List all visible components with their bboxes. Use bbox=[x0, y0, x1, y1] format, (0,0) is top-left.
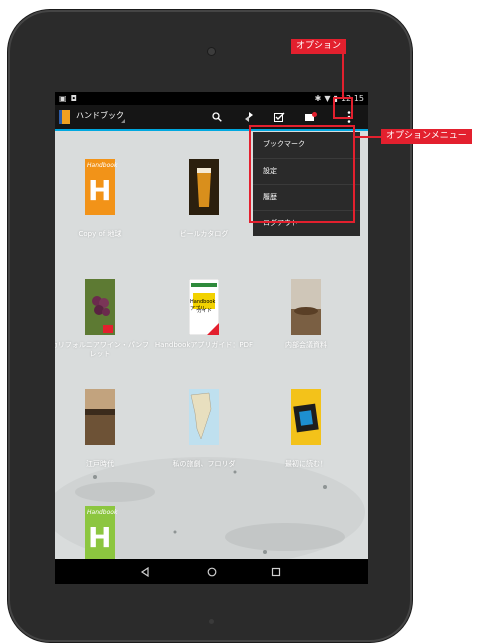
spinner-caret-icon bbox=[121, 119, 125, 123]
overflow-menu-highlight bbox=[333, 97, 353, 119]
meeting-room-image bbox=[291, 279, 321, 335]
cover-letter: H bbox=[88, 174, 112, 207]
map-image bbox=[189, 389, 219, 445]
beer-glass-image bbox=[189, 159, 219, 215]
book-title[interactable]: 最初に読む！ bbox=[256, 460, 356, 469]
wifi-icon: ▼ bbox=[324, 94, 331, 103]
option-callout-label: オプション bbox=[291, 39, 347, 54]
book-cover[interactable] bbox=[291, 279, 321, 335]
book-title[interactable]: Copy of 地球 bbox=[55, 230, 150, 239]
option-callout-line bbox=[342, 54, 344, 97]
book-title[interactable]: 内部会議資料 bbox=[256, 341, 356, 350]
bottom-sensor bbox=[209, 619, 214, 624]
recents-icon[interactable] bbox=[268, 564, 284, 580]
book-title[interactable]: ビールカタログ bbox=[154, 230, 254, 239]
status-bar: ▣ ◘ ✱ ▼ ▮ 12:15 bbox=[55, 92, 368, 105]
app-logo-icon[interactable] bbox=[59, 110, 70, 124]
sync-icon[interactable] bbox=[239, 107, 259, 127]
book-title[interactable]: 江戸時代 bbox=[55, 460, 150, 469]
book-cover[interactable] bbox=[291, 389, 321, 445]
cover-subtitle-text: ガイド bbox=[197, 308, 213, 314]
cover-letter: H bbox=[88, 521, 112, 554]
back-icon[interactable] bbox=[137, 564, 153, 580]
bluetooth-icon: ✱ bbox=[314, 94, 322, 103]
book-title[interactable]: Handbookアプリガイド：PDF bbox=[154, 341, 254, 350]
book-cover[interactable] bbox=[85, 279, 115, 335]
checklist-icon[interactable] bbox=[269, 107, 289, 127]
book-cover[interactable] bbox=[189, 389, 219, 445]
option-menu-callout-label: オプションメニュー bbox=[381, 129, 472, 144]
photo-notification-icon: ◘ bbox=[70, 94, 77, 103]
book-cover[interactable]: Handbook H bbox=[85, 159, 118, 215]
book-cover[interactable]: Handbook H bbox=[85, 506, 118, 559]
navigation-bar bbox=[55, 559, 368, 584]
old-town-image bbox=[85, 389, 115, 445]
film-cover-image bbox=[291, 389, 321, 445]
grapes-image bbox=[85, 279, 115, 335]
cover-brand-text: Handbook bbox=[87, 509, 118, 516]
search-icon[interactable] bbox=[207, 107, 227, 127]
image-notification-icon: ▣ bbox=[59, 94, 67, 103]
book-title[interactable]: カリフォルニアワイン・パンフレット bbox=[55, 341, 150, 359]
app-title[interactable]: ハンドブック bbox=[76, 109, 124, 123]
option-menu-callout-line bbox=[355, 136, 381, 138]
front-camera bbox=[208, 48, 215, 55]
home-icon[interactable] bbox=[204, 564, 220, 580]
book-title[interactable]: 私の旅劇、フロリダ bbox=[154, 460, 254, 469]
book-cover[interactable] bbox=[85, 389, 115, 445]
book-cover[interactable]: Handbookアプリ ガイド bbox=[188, 278, 220, 336]
book-cover[interactable] bbox=[189, 159, 219, 215]
cover-brand-text: Handbook bbox=[87, 162, 118, 169]
options-menu-highlight bbox=[249, 125, 355, 223]
notification-icon[interactable] bbox=[301, 107, 321, 127]
